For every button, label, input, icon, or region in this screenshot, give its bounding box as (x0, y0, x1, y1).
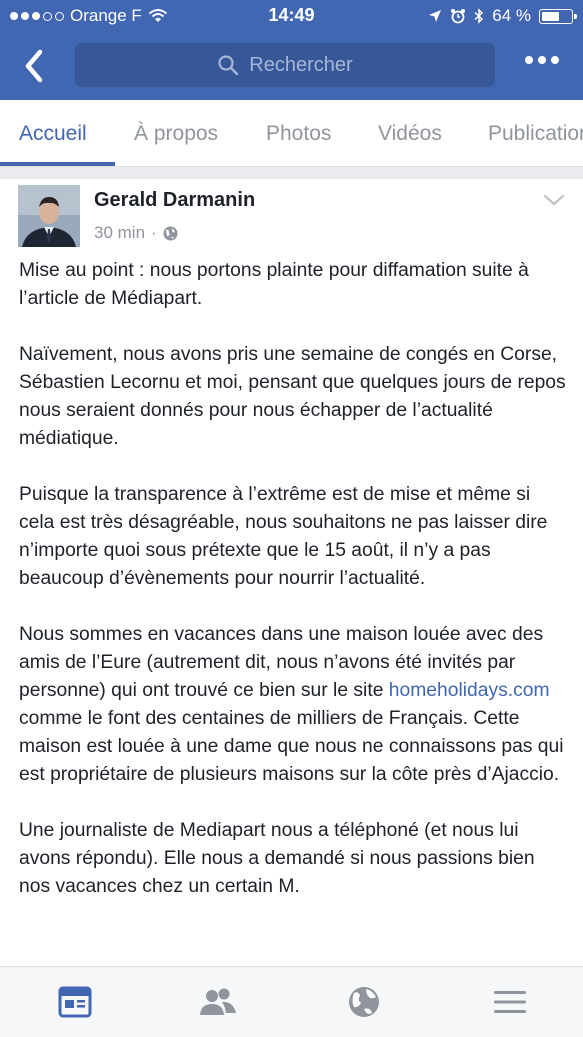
bluetooth-icon (474, 8, 484, 24)
tab-photos[interactable]: Photos (266, 122, 331, 146)
tab-accueil[interactable]: Accueil (19, 122, 87, 146)
search-bar[interactable]: Rechercher (75, 43, 495, 87)
post-paragraph-5: Une journaliste de Mediapart nous a télé… (19, 820, 535, 897)
meta-separator: · (151, 223, 157, 242)
globe-icon[interactable] (344, 985, 384, 1019)
search-icon (218, 55, 239, 76)
post-timestamp[interactable]: 30 min (94, 223, 145, 243)
battery-icon (539, 8, 577, 24)
post-paragraph-2: Naïvement, nous avons pris une semaine d… (19, 344, 566, 449)
post-paragraph-3: Puisque la transparence à l’extrême est … (19, 484, 548, 589)
bottom-tab-bar (0, 966, 583, 1037)
post-meta: 30 min · (94, 223, 178, 243)
post-body: Mise au point : nous portons plainte pou… (19, 257, 569, 929)
news-feed-icon[interactable] (55, 985, 95, 1019)
post-paragraph-1: Mise au point : nous portons plainte pou… (19, 260, 529, 309)
back-chevron-icon[interactable] (18, 46, 52, 86)
globe-icon (163, 226, 178, 240)
navigation-bar: Rechercher (0, 32, 583, 100)
section-divider (0, 167, 583, 179)
page-tabs: Accueil À propos Photos Vidéos Publicati… (0, 100, 583, 167)
tab-a-propos[interactable]: À propos (134, 122, 218, 146)
tab-videos[interactable]: Vidéos (378, 122, 442, 146)
friends-icon[interactable] (198, 985, 238, 1019)
post-author[interactable]: Gerald Darmanin (94, 189, 255, 212)
tab-publications[interactable]: Publications (488, 122, 583, 146)
homeholidays-link[interactable]: homeholidays.com (389, 680, 550, 701)
menu-icon[interactable] (490, 985, 530, 1019)
alarm-icon (451, 9, 466, 24)
post-paragraph-4: Nous sommes en vacances dans une maison … (19, 621, 569, 789)
chevron-down-icon[interactable] (543, 193, 565, 207)
avatar[interactable] (18, 185, 80, 247)
battery-percent: 64 % (492, 6, 531, 25)
search-placeholder: Rechercher (249, 53, 353, 76)
location-arrow-icon (429, 10, 442, 22)
status-bar: Orange F 14:49 64 % (0, 0, 583, 32)
paragraph-text: comme le font des centaines de milliers … (19, 708, 564, 785)
more-icon[interactable] (525, 56, 559, 64)
profile-photo (18, 185, 80, 247)
status-icons: 64 % (428, 6, 577, 26)
active-tab-indicator (0, 162, 115, 166)
